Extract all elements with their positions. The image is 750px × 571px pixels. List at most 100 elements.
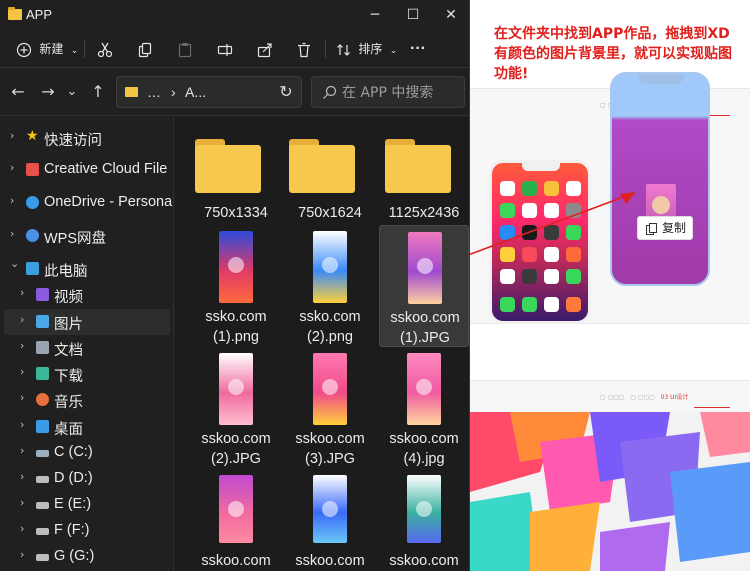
file-name: sskoo.com	[389, 431, 459, 447]
sidebar-item[interactable]: › 音乐	[0, 387, 173, 413]
document-icon	[36, 341, 49, 354]
folder-icon	[289, 139, 355, 195]
sidebar-item[interactable]: › WPS网盘	[0, 223, 173, 249]
sidebar-item[interactable]: › C (C:)	[0, 440, 173, 466]
close-button[interactable]: ✕	[428, 0, 469, 30]
chevron-right-icon[interactable]: ›	[20, 418, 24, 431]
image-file-item[interactable]: sskoo.com (2).JPG	[191, 347, 281, 469]
chevron-right-icon[interactable]: ›	[20, 496, 24, 509]
sidebar-item[interactable]: › G (G:)	[0, 544, 173, 570]
image-thumbnail	[219, 475, 253, 543]
navigation-pane: › ★ 快速访问 › Creative Cloud File › OneDrive - Pe…	[0, 117, 174, 571]
rename-icon	[217, 43, 233, 56]
search-box[interactable]	[311, 76, 465, 108]
sidebar-item-label: 桌面	[54, 422, 83, 438]
delete-button[interactable]	[295, 38, 313, 60]
chevron-right-icon[interactable]: ›	[20, 365, 24, 378]
search-input[interactable]	[342, 82, 460, 104]
colorful-background-image	[470, 412, 750, 571]
chevron-right-icon[interactable]: ›	[10, 161, 14, 174]
sidebar-item[interactable]: › 桌面	[0, 414, 173, 440]
file-name-extension: (1).png	[213, 329, 259, 345]
chevron-right-icon[interactable]: ›	[20, 548, 24, 561]
image-file-item[interactable]: sskoo.com	[379, 469, 469, 571]
sidebar-item-label: OneDrive - Persona	[44, 194, 173, 210]
paste-button[interactable]	[176, 38, 194, 60]
sidebar-item[interactable]: › D (D:)	[0, 466, 173, 492]
up-button[interactable]: ↑	[88, 82, 108, 102]
chevron-right-icon[interactable]: ›	[10, 129, 14, 142]
chevron-right-icon[interactable]: ›	[20, 522, 24, 535]
image-file-item[interactable]: sskoo.com	[285, 469, 375, 571]
drive-icon	[36, 554, 49, 561]
image-file-item[interactable]: sskoo.com (4).jpg	[379, 347, 469, 469]
sort-label: 排序	[358, 42, 383, 56]
image-thumbnail	[313, 475, 347, 543]
share-button[interactable]	[256, 38, 274, 60]
image-file-item[interactable]: ssko.com (1).png	[191, 225, 281, 347]
drive-icon	[36, 476, 49, 483]
chevron-right-icon[interactable]: ›	[20, 286, 24, 299]
sidebar-item-label: Creative Cloud File	[44, 161, 168, 177]
instruction-annotation: 在文件夹中找到APP作品，拖拽到XD有颜色的图片背景里，就可以实现贴图功能!	[494, 26, 732, 82]
new-button[interactable]: 新建 ⌄	[16, 38, 78, 60]
file-name: ssko.com	[205, 309, 267, 325]
refresh-button[interactable]: ↻	[276, 82, 296, 102]
sort-button[interactable]: 排序 ⌄	[336, 38, 397, 60]
copy-tooltip[interactable]: 复制	[637, 216, 693, 240]
forward-button[interactable]: →	[38, 82, 58, 102]
chevron-right-icon[interactable]: ›	[20, 391, 24, 404]
copy-button[interactable]	[136, 38, 154, 60]
cloud-icon	[26, 196, 39, 209]
rename-button[interactable]	[216, 38, 234, 60]
sidebar-item[interactable]: › F (F:)	[0, 518, 173, 544]
trash-icon	[298, 42, 310, 57]
file-name-extension: (1).JPG	[400, 330, 450, 346]
plus-circle-icon	[16, 42, 32, 57]
sidebar-item[interactable]: › 文档	[0, 335, 173, 361]
recent-locations-button[interactable]: ⌄	[62, 82, 82, 102]
sidebar-item[interactable]: ⌄ 此电脑	[0, 256, 173, 282]
image-thumbnail	[313, 231, 347, 303]
address-bar[interactable]: … › A...	[116, 76, 302, 108]
chevron-right-icon[interactable]: ›	[10, 227, 14, 240]
image-file-item[interactable]: sskoo.com	[191, 469, 281, 571]
chevron-right-icon[interactable]: ›	[20, 339, 24, 352]
chevron-right-icon[interactable]: ›	[20, 313, 24, 326]
file-explorer-window: APP ─ ☐ ✕ 新建 ⌄ 排序 ⌄ ··· ← → ⌄ ↑ … › A...…	[0, 0, 470, 571]
sidebar-item[interactable]: › 视频	[0, 282, 173, 308]
cut-button[interactable]	[96, 38, 114, 60]
sidebar-item[interactable]: › OneDrive - Persona	[0, 190, 173, 216]
chevron-right-icon[interactable]: ›	[20, 444, 24, 457]
sidebar-item[interactable]: › E (E:)	[0, 492, 173, 518]
sidebar-item[interactable]: › 下载	[0, 361, 173, 387]
drive-icon	[36, 528, 49, 535]
download-icon	[36, 367, 49, 380]
sidebar-item[interactable]: › Creative Cloud File	[0, 157, 173, 183]
back-button[interactable]: ←	[8, 82, 28, 102]
design-tabs-bottom: ▢ ▢▢▢ ▢ ▢▢▢ 03 UI设计	[600, 394, 689, 401]
chevron-right-icon[interactable]: ›	[20, 470, 24, 483]
image-file-item[interactable]: sskoo.com (3).JPG	[285, 347, 375, 469]
video-icon	[36, 288, 49, 301]
drive-icon	[36, 450, 49, 457]
breadcrumb-overflow[interactable]: …	[147, 84, 161, 100]
sidebar-item-label: WPS网盘	[44, 231, 107, 247]
address-row: ← → ⌄ ↑ … › A... ↻	[0, 68, 469, 116]
image-file-item[interactable]: sskoo.com (1).JPG	[379, 225, 469, 347]
file-name-extension: (3).JPG	[305, 451, 355, 467]
folder-icon	[195, 139, 261, 195]
sidebar-item[interactable]: › 图片	[4, 309, 170, 335]
chevron-right-icon[interactable]: ›	[10, 194, 14, 207]
file-name-extension: (2).JPG	[211, 451, 261, 467]
file-name-extension: (2).png	[307, 329, 353, 345]
breadcrumb-separator: ›	[171, 84, 176, 100]
more-options-button[interactable]: ···	[410, 38, 426, 60]
sidebar-item-label: G (G:)	[54, 548, 95, 564]
file-name: sskoo.com	[389, 553, 459, 569]
chevron-down-icon[interactable]: ⌄	[10, 257, 19, 270]
breadcrumb-current[interactable]: A...	[185, 84, 206, 100]
sidebar-item[interactable]: › ★ 快速访问	[0, 125, 173, 151]
drive-icon	[36, 502, 49, 509]
image-file-item[interactable]: ssko.com (2).png	[285, 225, 375, 347]
